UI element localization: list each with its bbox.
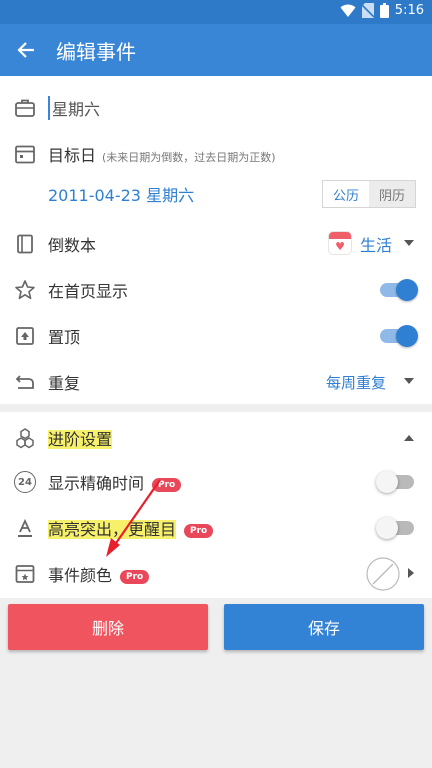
- dropdown-arrow-icon: [404, 378, 414, 384]
- exact-time-label: 显示精确时间: [48, 474, 145, 493]
- book-calendar-heart-icon: ♥: [328, 231, 352, 255]
- book-label: 倒数本: [48, 236, 97, 255]
- chevron-right-icon: [408, 568, 414, 578]
- repeat-row[interactable]: 重复 每周重复: [0, 360, 432, 404]
- wifi-icon: [340, 4, 356, 17]
- event-color-row[interactable]: 事件颜色 Pro: [0, 552, 432, 596]
- no-sim-icon: [361, 3, 374, 18]
- highlight-label-wrap: 高亮突出，更醒目 Pro: [48, 516, 214, 540]
- calendar-icon: [15, 145, 35, 164]
- show-home-toggle[interactable]: [380, 279, 418, 301]
- page-title: 编辑事件: [56, 39, 136, 64]
- date-value-row: 2011-04-23 星期六 公历 阴历: [0, 176, 432, 212]
- status-bar: 5:16: [0, 0, 432, 24]
- status-time: 5:16: [394, 3, 424, 18]
- pin-row: 置顶: [0, 314, 432, 358]
- pin-toggle[interactable]: [380, 325, 418, 347]
- app-bar: 编辑事件: [0, 24, 432, 76]
- lunar-calendar-tab[interactable]: 阴历: [369, 181, 415, 207]
- text-cursor: [48, 96, 50, 120]
- book-icon: [17, 234, 33, 254]
- advanced-label-wrap: 进阶设置: [48, 426, 113, 450]
- event-color-label: 事件颜色: [48, 566, 113, 585]
- save-button[interactable]: 保存: [224, 604, 424, 650]
- star-icon: [15, 280, 35, 300]
- target-date-label: 目标日: [48, 146, 97, 165]
- highlight-toggle[interactable]: [376, 517, 414, 539]
- exact-time-label-wrap: 显示精确时间 Pro: [48, 470, 182, 494]
- solar-calendar-tab[interactable]: 公历: [323, 181, 369, 207]
- calendar-type-switch: 公历 阴历: [322, 180, 416, 208]
- date-value[interactable]: 2011-04-23 星期六: [48, 182, 194, 206]
- no-color-swatch-icon[interactable]: [366, 557, 400, 591]
- highlight-row: 高亮突出，更醒目 Pro: [0, 506, 432, 550]
- dropdown-arrow-icon: [404, 240, 414, 246]
- briefcase-icon: [15, 99, 35, 117]
- back-arrow-icon: [17, 42, 34, 58]
- event-basic-card: 星期六 目标日 (未来日期为倒数，过去日期为正数) 2011-04-23 星期六 …: [0, 76, 432, 404]
- show-home-row: 在首页显示: [0, 268, 432, 312]
- target-date-hint: (未来日期为倒数，过去日期为正数): [102, 151, 276, 164]
- pin-label: 置顶: [48, 328, 81, 347]
- pro-badge: Pro: [184, 523, 214, 538]
- clock-24-icon: 24: [14, 471, 36, 493]
- exact-time-row: 24 显示精确时间 Pro: [0, 460, 432, 504]
- event-name-input[interactable]: 星期六: [52, 96, 100, 120]
- target-date-label-group: 目标日 (未来日期为倒数，过去日期为正数): [48, 142, 276, 166]
- battery-icon: [379, 3, 389, 18]
- advanced-header-row[interactable]: 进阶设置: [0, 416, 432, 460]
- color-card-icon: [15, 565, 35, 583]
- collapse-arrow-icon[interactable]: [404, 435, 414, 441]
- repeat-icon: [15, 375, 34, 389]
- book-value: 生活: [360, 236, 393, 255]
- event-name-row: 星期六: [0, 88, 432, 128]
- advanced-settings-card: 进阶设置 24 显示精确时间 Pro 高亮突出，更醒目 Pro 事件颜色 Pro: [0, 412, 432, 598]
- pin-top-icon: [16, 327, 34, 345]
- text-format-icon: [18, 518, 32, 537]
- show-home-label: 在首页显示: [48, 282, 129, 301]
- repeat-value: 每周重复: [326, 373, 387, 392]
- advanced-label: 进阶设置: [48, 430, 113, 449]
- highlight-label: 高亮突出，更醒目: [48, 520, 177, 539]
- target-date-row: 目标日 (未来日期为倒数，过去日期为正数): [0, 134, 432, 174]
- book-row[interactable]: 倒数本 ♥ 生活: [0, 222, 432, 266]
- back-button[interactable]: [0, 24, 52, 76]
- cubes-icon: [16, 428, 34, 449]
- repeat-label: 重复: [48, 374, 81, 393]
- event-color-label-wrap: 事件颜色 Pro: [48, 562, 150, 586]
- exact-time-toggle[interactable]: [376, 471, 414, 493]
- delete-button[interactable]: 删除: [8, 604, 208, 650]
- pro-badge: Pro: [120, 569, 150, 584]
- pro-badge: Pro: [152, 477, 182, 492]
